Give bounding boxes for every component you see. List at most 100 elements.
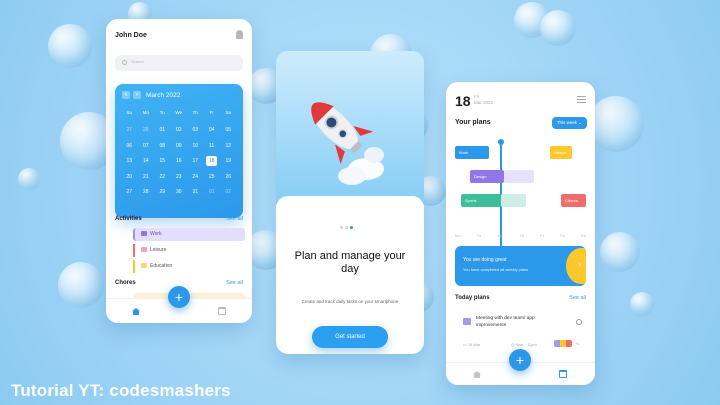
tutorial-caption: Tutorial YT: codesmashers [11,381,231,400]
your-plans-title: Your plans [455,119,491,126]
calendar-day[interactable]: 23 [171,172,188,188]
progress-banner[interactable]: You are doing great You have completed a… [455,246,586,286]
onboarding-screen: Plan and manage your day Create and trac… [276,51,424,354]
chores-see-all-link[interactable]: See all [226,280,243,286]
calendar-day[interactable]: 14 [138,156,155,172]
task-time: ◷ 9pm - 11pm [511,342,537,347]
weekday-label: Mo [142,110,149,115]
dropdown-label: This week [556,120,577,125]
calendar-day[interactable]: 20 [121,172,138,188]
calendar-day[interactable]: 09 [171,141,188,157]
calendar-day-label: 02 [225,189,232,195]
bubble-decoration [588,96,644,152]
menu-icon[interactable] [577,96,586,103]
calendar-day[interactable]: 05 [220,125,237,141]
plan-bar-design[interactable]: Design [470,170,504,183]
calendar-day[interactable]: 07 [138,141,155,157]
day-label: Fr [540,233,544,238]
calendar-day[interactable]: 28 [138,125,155,141]
plan-bar-sports[interactable]: Sports [461,194,501,207]
get-started-button[interactable]: Get started [312,326,388,348]
calendar-day[interactable]: 31 [187,187,204,203]
calendar-day-label: 08 [159,142,166,149]
weekday-label: Sa [225,110,231,115]
calendar-day-label: 24 [192,173,199,180]
calendar-day[interactable]: 02 [220,187,237,203]
weekday-label: Th [192,110,198,115]
calendar-day[interactable]: 28 [138,187,155,203]
calendar-day-label: 07 [142,142,149,149]
calendar-day[interactable]: 24 [187,172,204,188]
day-label: We [497,233,504,238]
activity-item-leisure[interactable]: Leisure [133,244,245,257]
calendar-day-label: 17 [192,158,199,164]
calendar-prev-button[interactable]: < [122,91,130,99]
home-icon[interactable] [132,308,140,315]
calendar-day[interactable]: 29 [154,187,171,203]
calendar-day-label: 26 [225,173,232,180]
calendar-day-label: 21 [142,173,149,180]
calendar-day[interactable]: 10 [187,141,204,157]
bell-icon[interactable] [236,30,243,39]
pencil-icon [141,263,147,269]
calendar-next-button[interactable]: > [133,91,141,99]
add-button[interactable]: + [168,286,190,308]
calendar-day[interactable]: 01 [204,187,221,203]
calendar-day[interactable]: 13 [121,156,138,172]
plan-bar-chores[interactable]: Chores [561,194,586,207]
day-label: Mo [455,233,461,238]
calendar-day[interactable]: 17 [187,156,204,172]
today-plans-title: Today plans [455,295,490,301]
calendar-day[interactable]: 08 [154,141,171,157]
bubble-decoration [630,292,654,316]
activity-label: Work [150,231,162,237]
calendar-day[interactable]: 27 [121,187,138,203]
home-icon[interactable] [473,371,481,378]
page-indicator [340,216,355,234]
activity-item-work[interactable]: Work [133,228,245,241]
current-date-detail: Fri Mar 2022 [474,94,493,106]
calendar-day[interactable]: 26 [220,172,237,188]
calendar-day[interactable]: 01 [154,125,171,141]
activities-see-all-link[interactable]: See all [226,216,243,222]
calendar-day-label: 03 [192,127,199,133]
calendar-day-label: 22 [159,173,166,180]
calendar-day[interactable]: 16 [171,156,188,172]
weekday-label: Tu [159,110,165,115]
calendar-day-label: 25 [208,173,215,180]
calendar-day[interactable]: 25 [204,172,221,188]
calendar-day[interactable]: 11 [204,141,221,157]
calendar-day[interactable]: 27 [121,125,138,141]
calendar-day-label: 09 [175,142,182,149]
calendar-day[interactable]: 21 [138,172,155,188]
calendar-day[interactable]: 03 [187,125,204,141]
calendar-day[interactable]: 19 [220,156,237,172]
calendar-day-label: 11 [209,142,215,149]
plan-bar-work[interactable]: Work [455,146,489,159]
calendar-day[interactable]: 02 [171,125,188,141]
calendar-card: < > March 2022 Su Mo Tu We Th Fr Sa 27 28… [115,84,243,218]
calendar-month: March 2022 [146,92,181,99]
task-item[interactable]: Meeting with dev team/ app improvements … [455,310,586,354]
calendar-icon[interactable] [559,370,567,378]
activity-item-education[interactable]: Education [133,260,245,273]
calendar-day[interactable]: 30 [171,187,188,203]
today-see-all-link[interactable]: See all [569,295,586,301]
calendar-day[interactable]: 15 [154,156,171,172]
bubble-decoration [540,10,576,46]
calendar-day-label: 27 [126,189,133,195]
calendar-icon[interactable] [218,307,226,315]
calendar-day-label: 01 [208,189,215,195]
calendar-day[interactable]: 12 [220,141,237,157]
task-checkbox[interactable] [576,319,582,325]
plan-bar-leisure[interactable]: Leisure [550,146,572,159]
calendar-day[interactable]: 06 [121,141,138,157]
calendar-day[interactable]: 22 [154,172,171,188]
onboarding-subtitle: Create and track daily tasks on your sma… [301,299,399,304]
calendar-day[interactable]: 04 [204,125,221,141]
calendar-day-label: 06 [126,142,133,149]
calendar-day[interactable]: 18 [204,156,221,172]
add-button[interactable]: + [509,349,531,371]
search-input[interactable]: Search [115,55,243,71]
this-week-dropdown[interactable]: This week ⌄ [551,117,587,129]
